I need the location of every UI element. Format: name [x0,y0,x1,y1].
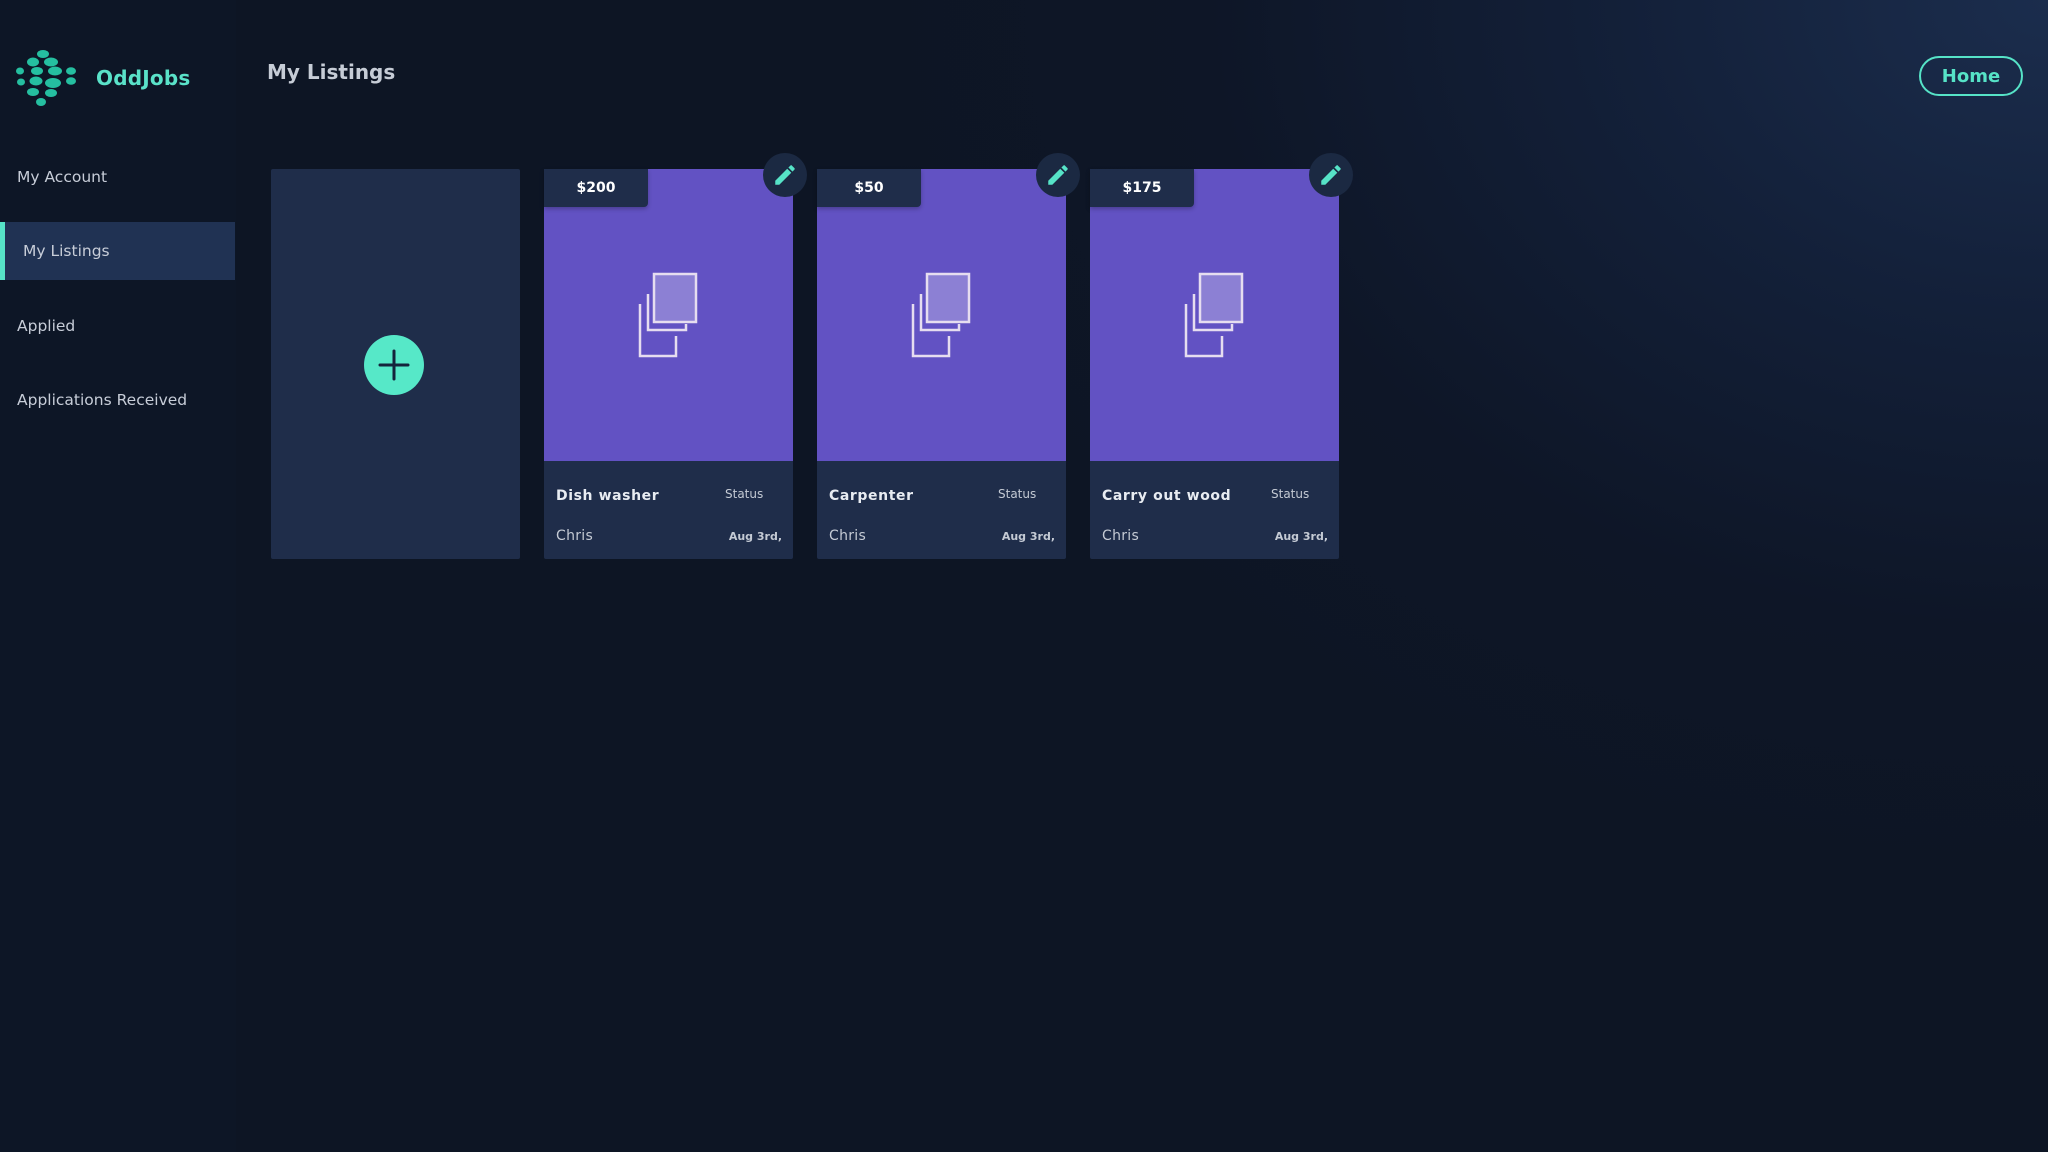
listing-owner: Chris [1102,528,1140,544]
listing-status: Status [998,487,1037,501]
price-badge: $200 [544,169,648,207]
price-badge: $50 [817,169,921,207]
image-placeholder-icon [911,272,970,358]
listing-image [817,169,1066,461]
pencil-icon [1321,165,1341,185]
add-listing-card[interactable] [271,169,520,559]
sidebar-item-applications-received[interactable]: Applications Received [0,371,235,429]
listing-date: Aug 3rd, [1001,530,1055,543]
dotted-circle-logo-icon [16,50,76,106]
listing-title: Dish washer [556,488,660,504]
pencil-icon [1048,165,1068,185]
listing-image [544,169,793,461]
sidebar-item-label: Applications Received [17,391,188,409]
listing-status: Status [725,487,764,501]
sidebar-item-label: My Account [17,168,108,186]
add-listing-button[interactable] [364,335,424,395]
image-placeholder-icon [1184,272,1243,358]
listing-image [1090,169,1339,461]
page-title: My Listings [267,60,396,84]
price-badge: $175 [1090,169,1194,207]
listing-date: Aug 3rd, [1274,530,1328,543]
app-name: OddJobs [96,66,191,90]
sidebar: OddJobs My Account My Listings Applied A… [0,0,236,1152]
sidebar-item-label: My Listings [23,242,110,260]
brand[interactable]: OddJobs [15,48,190,108]
pencil-icon [775,165,795,185]
listing-owner: Chris [556,528,594,544]
listing-title: Carpenter [829,488,914,504]
image-placeholder-icon [638,272,697,358]
listing-status: Status [1271,487,1310,501]
edit-listing-button[interactable] [1036,153,1080,197]
home-button[interactable]: Home [1919,56,2023,96]
listing-owner: Chris [829,528,867,544]
listing-title: Carry out wood [1102,488,1232,504]
sidebar-item-my-listings[interactable]: My Listings [0,222,235,280]
plus-icon [378,349,410,381]
sidebar-item-label: Applied [17,317,76,335]
listing-card[interactable]: $50 Carpenter Status Chris Aug 3rd, [817,153,1080,559]
sidebar-item-my-account[interactable]: My Account [0,148,235,206]
sidebar-item-applied[interactable]: Applied [0,297,235,355]
edit-listing-button[interactable] [1309,153,1353,197]
listing-card[interactable]: $200 Dish washer Status Chris Aug 3rd, [544,153,807,559]
listing-card[interactable]: $175 Carry out wood Status Chris Aug 3rd… [1090,153,1353,559]
edit-listing-button[interactable] [763,153,807,197]
listing-date: Aug 3rd, [728,530,782,543]
